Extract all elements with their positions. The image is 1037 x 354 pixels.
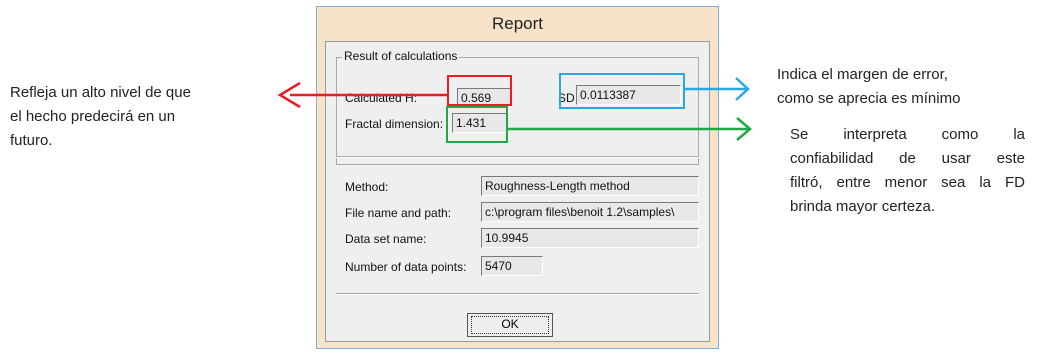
annotation-line: brinda mayor certeza. (790, 198, 936, 215)
annotation-line: como se aprecia es mínimo (777, 90, 961, 107)
annotation-line: Refleja un alto nivel de que (10, 84, 191, 101)
green-arrow (508, 117, 752, 141)
annotation-line: el hecho predecirá en un (10, 108, 176, 125)
annotation-right-top: Indica el margen de error, como se aprec… (777, 63, 1032, 111)
blue-arrow (685, 77, 750, 101)
annotation-line: confiabilidad de usar este (790, 150, 1025, 167)
red-arrow (277, 81, 447, 109)
annotation-line: filtró, entre menor sea la FD (790, 174, 1025, 191)
annotation-line: futuro. (10, 132, 53, 149)
annotation-right-bottom: Se interpreta como la confiabilidad de u… (790, 123, 1025, 219)
annotation-line: Indica el margen de error, (777, 66, 948, 83)
annotation-left: Refleja un alto nivel de que el hecho pr… (10, 81, 260, 153)
annotation-line: Se interpreta como la (790, 126, 1025, 143)
